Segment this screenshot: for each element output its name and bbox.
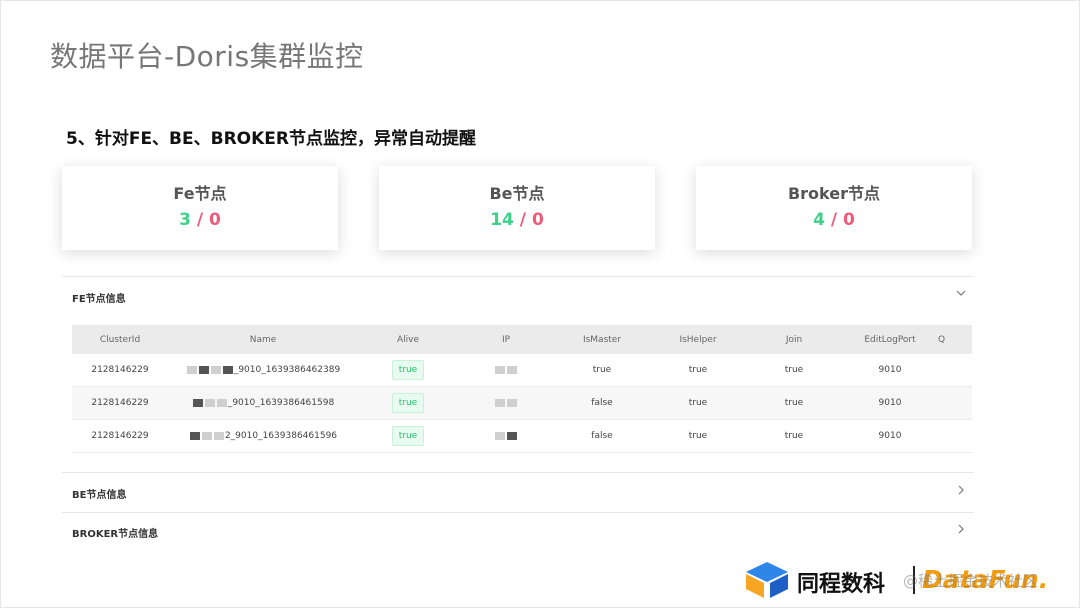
name-cell: _9010_1639386461598 (168, 398, 358, 408)
col-header[interactable]: IsHelper (650, 335, 746, 345)
card-counts: 4 / 0 (696, 210, 972, 230)
redacted-text (204, 398, 215, 407)
broker-section-title: BROKER节点信息 (72, 529, 159, 540)
name-suffix: 2_9010_1639386461596 (224, 431, 338, 441)
redacted-text (495, 365, 505, 374)
count-separator: / (513, 210, 532, 230)
dead-count: 0 (531, 210, 544, 230)
alive-count: 14 (490, 210, 514, 230)
redacted-text (507, 398, 517, 407)
count-separator: / (824, 210, 844, 230)
col-header[interactable]: IP (458, 335, 554, 345)
card-label: Fe节点 (173, 184, 227, 203)
alive-count: 3 (179, 210, 191, 230)
cluster-id-cell: 2128146229 (91, 431, 149, 441)
redacted-text (222, 365, 233, 374)
alive-cell: true (358, 360, 458, 380)
count-separator: / (190, 210, 210, 230)
alive-tag: true (391, 393, 425, 413)
join-cell: true (784, 398, 804, 408)
is-helper-cell: true (688, 431, 708, 441)
fe-node-card: Fe节点 3 / 0 (62, 166, 338, 250)
col-header[interactable]: Alive (358, 335, 458, 345)
redacted-text (507, 365, 517, 374)
table-row[interactable]: 2128146229 _9010_1639386461598 true fals… (72, 387, 972, 420)
ip-cell (458, 398, 554, 408)
name-cell: 2_9010_1639386461596 (168, 431, 358, 441)
ip-cell (458, 365, 554, 375)
redacted-text (507, 431, 517, 440)
table-row[interactable]: 2128146229 _9010_1639386462389 true true… (72, 354, 972, 387)
edit-log-port-cell: 9010 (878, 365, 902, 375)
divider (62, 276, 974, 277)
redacted-text (201, 431, 212, 440)
redacted-text (495, 398, 505, 407)
join-cell: true (784, 365, 804, 375)
redacted-text (213, 431, 224, 440)
chevron-right-icon[interactable] (956, 485, 966, 498)
table-header: ClusterId Name Alive IP IsMaster IsHelpe… (72, 325, 972, 354)
col-header[interactable]: Name (168, 335, 358, 345)
is-master-cell: false (591, 431, 613, 441)
node-info-panel: FE节点信息 ClusterId Name Alive IP IsMaster … (62, 276, 974, 556)
broker-node-card: Broker节点 4 / 0 (696, 166, 972, 250)
alive-cell: true (358, 426, 458, 446)
watermark: @稀土掘金技术社区 (903, 572, 1039, 590)
tongcheng-logo-icon (744, 560, 790, 600)
col-header[interactable]: Q (938, 335, 972, 345)
join-cell: true (784, 431, 804, 441)
alive-cell: true (358, 393, 458, 413)
edit-log-port-cell: 9010 (878, 431, 902, 441)
is-helper-cell: true (688, 398, 708, 408)
col-header[interactable]: EditLogPort (842, 335, 938, 345)
redacted-text (198, 365, 209, 374)
redacted-text (216, 398, 227, 407)
redacted-text (192, 398, 203, 407)
redacted-text (210, 365, 221, 374)
fe-node-table: ClusterId Name Alive IP IsMaster IsHelpe… (72, 325, 972, 453)
slide-subtitle: 5、针对FE、BE、BROKER节点监控，异常自动提醒 (66, 129, 476, 149)
redacted-text (495, 431, 505, 440)
is-helper-cell: true (688, 365, 708, 375)
be-node-card: Be节点 14 / 0 (379, 166, 655, 250)
alive-tag: true (391, 426, 425, 446)
edit-log-port-cell: 9010 (878, 398, 902, 408)
chevron-down-icon[interactable] (956, 288, 966, 301)
card-label: Be节点 (489, 184, 545, 203)
cluster-id-cell: 2128146229 (91, 365, 149, 375)
name-cell: _9010_1639386462389 (168, 365, 358, 375)
dead-count: 0 (843, 210, 855, 230)
cluster-id-cell: 2128146229 (91, 398, 149, 408)
brand-name: 同程数科 (797, 572, 886, 597)
card-label: Broker节点 (787, 184, 881, 203)
divider (62, 512, 974, 513)
card-counts: 14 / 0 (379, 210, 655, 230)
ip-cell (458, 431, 554, 441)
col-header[interactable]: ClusterId (72, 335, 168, 345)
divider (62, 472, 974, 473)
col-header[interactable]: Join (746, 335, 842, 345)
table-row[interactable]: 2128146229 2_9010_1639386461596 true fal… (72, 420, 972, 453)
chevron-right-icon[interactable] (956, 524, 966, 537)
name-suffix: _9010_1639386461598 (227, 398, 335, 408)
card-counts: 3 / 0 (62, 210, 338, 230)
alive-count: 4 (813, 210, 825, 230)
alive-tag: true (391, 360, 425, 380)
col-header[interactable]: IsMaster (554, 335, 650, 345)
fe-section-title: FE节点信息 (72, 294, 126, 305)
be-section-title: BE节点信息 (72, 490, 127, 501)
is-master-cell: false (591, 398, 613, 408)
name-suffix: _9010_1639386462389 (233, 365, 341, 375)
redacted-text (186, 365, 197, 374)
dead-count: 0 (209, 210, 221, 230)
is-master-cell: true (592, 365, 612, 375)
redacted-text (189, 431, 200, 440)
slide-title: 数据平台-Doris集群监控 (50, 40, 364, 73)
